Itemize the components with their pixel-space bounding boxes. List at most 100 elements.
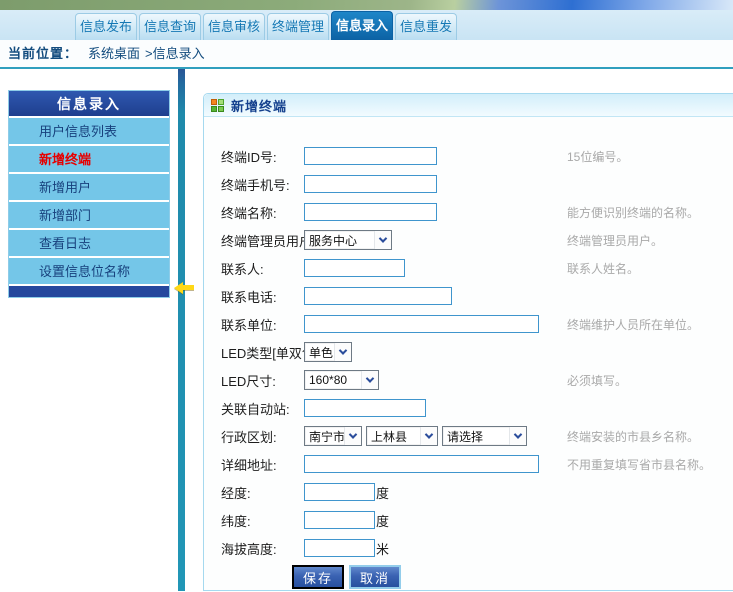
admin-region-select-1[interactable]: 南宁市 bbox=[304, 426, 362, 446]
sidebar-footer-bar bbox=[9, 286, 169, 297]
page: { "colors": { "active_tab": "#0d68aa", "… bbox=[0, 0, 733, 591]
tab-info-entry[interactable]: 信息录入 bbox=[331, 11, 393, 40]
form-row-led-size: LED尺寸:160*80 必须填写。 bbox=[204, 366, 733, 394]
panel-header: 新增终端 bbox=[204, 94, 733, 117]
contact-unit-label: 联系单位: bbox=[204, 315, 304, 334]
linked-station-label: 关联自动站: bbox=[204, 399, 304, 418]
form-row-altitude: 海拔高度:米 bbox=[204, 534, 733, 562]
led-type-field: 单色 bbox=[304, 342, 567, 362]
chevron-down-icon bbox=[509, 427, 526, 445]
linked-station-field bbox=[304, 399, 567, 417]
contact-person-hint: 联系人姓名。 bbox=[567, 260, 639, 277]
cancel-button[interactable]: 取消 bbox=[349, 565, 401, 589]
sidebar-item-add-department[interactable]: 新增部门 bbox=[9, 202, 169, 230]
breadcrumb-prefix: 当前位置： bbox=[8, 46, 78, 61]
contact-phone-label: 联系电话: bbox=[204, 287, 304, 306]
save-button[interactable]: 保存 bbox=[292, 565, 344, 589]
breadcrumb: 当前位置： 系统桌面 >信息录入 bbox=[0, 40, 733, 69]
breadcrumb-separator: > bbox=[145, 46, 153, 61]
tab-info-resend[interactable]: 信息重发 bbox=[395, 13, 457, 40]
terminal-name-input[interactable] bbox=[304, 203, 437, 221]
admin-region-select-3[interactable]: 请选择 bbox=[442, 426, 527, 446]
longitude-unit-label: 度 bbox=[376, 483, 389, 502]
form-row-led-type: LED类型[单双色]:单色 bbox=[204, 338, 733, 366]
terminal-phone-field bbox=[304, 175, 567, 193]
selected-value: 服务中心 bbox=[305, 232, 374, 249]
terminal-admin-hint: 终端管理员用户。 bbox=[567, 232, 663, 249]
terminal-name-field bbox=[304, 203, 567, 221]
terminal-admin-field: 服务中心 bbox=[304, 230, 567, 250]
selected-value: 南宁市 bbox=[305, 428, 344, 445]
sidebar-item-set-info-slot-name[interactable]: 设置信息位名称 bbox=[9, 258, 169, 286]
latitude-field: 度 bbox=[304, 511, 567, 530]
terminal-phone-label: 终端手机号: bbox=[204, 175, 304, 194]
tab-info-publish[interactable]: 信息发布 bbox=[75, 13, 137, 40]
collapse-arrow-icon[interactable] bbox=[174, 281, 195, 294]
contact-phone-input[interactable] bbox=[304, 287, 452, 305]
sidebar-item-view-logs[interactable]: 查看日志 bbox=[9, 230, 169, 258]
latitude-input[interactable] bbox=[304, 511, 375, 529]
led-size-field: 160*80 bbox=[304, 370, 567, 390]
admin-region-field: 南宁市 上林县请选择 bbox=[304, 426, 567, 446]
contact-person-input[interactable] bbox=[304, 259, 405, 277]
form-row-terminal-name: 终端名称:能方便识别终端的名称。 bbox=[204, 198, 733, 226]
latitude-label: 纬度: bbox=[204, 511, 304, 530]
form-actions: 保存 取消 bbox=[204, 562, 733, 592]
tab-terminal-manage[interactable]: 终端管理 bbox=[267, 13, 329, 40]
sidebar-title: 信息录入 bbox=[9, 91, 169, 118]
led-type-label: LED类型[单双色]: bbox=[204, 343, 304, 362]
altitude-field: 米 bbox=[304, 539, 567, 558]
terminal-admin-select[interactable]: 服务中心 bbox=[304, 230, 392, 250]
breadcrumb-current: 信息录入 bbox=[153, 46, 205, 61]
detail-address-field bbox=[304, 455, 567, 473]
latitude-unit-label: 度 bbox=[376, 511, 389, 530]
terminal-name-label: 终端名称: bbox=[204, 203, 304, 222]
linked-station-input[interactable] bbox=[304, 399, 426, 417]
admin-region-hint: 终端安装的市县乡名称。 bbox=[567, 428, 699, 445]
terminal-id-hint: 15位编号。 bbox=[567, 148, 628, 165]
form-row-contact-unit: 联系单位:终端维护人员所在单位。 bbox=[204, 310, 733, 338]
terminal-id-input[interactable] bbox=[304, 147, 437, 165]
selected-value: 160*80 bbox=[305, 373, 361, 387]
contact-unit-input[interactable] bbox=[304, 315, 539, 333]
terminal-admin-label: 终端管理员用户: bbox=[204, 231, 304, 250]
admin-region-select-2[interactable]: 上林县 bbox=[366, 426, 438, 446]
add-terminal-panel: 新增终端 终端ID号:15位编号。终端手机号:终端名称:能方便识别终端的名称。终… bbox=[203, 93, 733, 591]
detail-address-input[interactable] bbox=[304, 455, 539, 473]
tab-info-query[interactable]: 信息查询 bbox=[139, 13, 201, 40]
breadcrumb-home-link[interactable]: 系统桌面 bbox=[88, 46, 140, 61]
longitude-field: 度 bbox=[304, 483, 567, 502]
altitude-input[interactable] bbox=[304, 539, 375, 557]
selected-value: 单色 bbox=[305, 344, 334, 361]
contact-person-label: 联系人: bbox=[204, 259, 304, 278]
detail-address-hint: 不用重复填写省市县名称。 bbox=[567, 456, 711, 473]
form-row-terminal-id: 终端ID号: 15位编号。 bbox=[204, 142, 733, 170]
led-size-select[interactable]: 160*80 bbox=[304, 370, 379, 390]
banner-image bbox=[0, 0, 733, 10]
add-terminal-form: 终端ID号:15位编号。终端手机号:终端名称:能方便识别终端的名称。终端管理员用… bbox=[204, 117, 733, 562]
form-row-contact-phone: 联系电话: bbox=[204, 282, 733, 310]
form-row-terminal-admin: 终端管理员用户:服务中心 终端管理员用户。 bbox=[204, 226, 733, 254]
longitude-label: 经度: bbox=[204, 483, 304, 502]
terminal-id-label: 终端ID号: bbox=[204, 147, 304, 166]
sidebar-item-add-user[interactable]: 新增用户 bbox=[9, 174, 169, 202]
altitude-label: 海拔高度: bbox=[204, 539, 304, 558]
detail-address-label: 详细地址: bbox=[204, 455, 304, 474]
tab-info-audit[interactable]: 信息审核 bbox=[203, 13, 265, 40]
led-size-label: LED尺寸: bbox=[204, 371, 304, 390]
grid-squares-icon bbox=[211, 99, 224, 112]
led-size-hint: 必须填写。 bbox=[567, 372, 627, 389]
panel-title: 新增终端 bbox=[231, 96, 287, 115]
terminal-phone-input[interactable] bbox=[304, 175, 437, 193]
form-row-linked-station: 关联自动站: bbox=[204, 394, 733, 422]
form-row-contact-person: 联系人: 联系人姓名。 bbox=[204, 254, 733, 282]
chevron-down-icon bbox=[361, 371, 378, 389]
longitude-input[interactable] bbox=[304, 483, 375, 501]
terminal-id-field bbox=[304, 147, 567, 165]
contact-unit-field bbox=[304, 315, 567, 333]
led-type-select[interactable]: 单色 bbox=[304, 342, 352, 362]
chevron-down-icon bbox=[420, 427, 437, 445]
contact-person-field bbox=[304, 259, 567, 277]
sidebar-item-user-info-list[interactable]: 用户信息列表 bbox=[9, 118, 169, 146]
sidebar-item-add-terminal[interactable]: 新增终端 bbox=[9, 146, 169, 174]
